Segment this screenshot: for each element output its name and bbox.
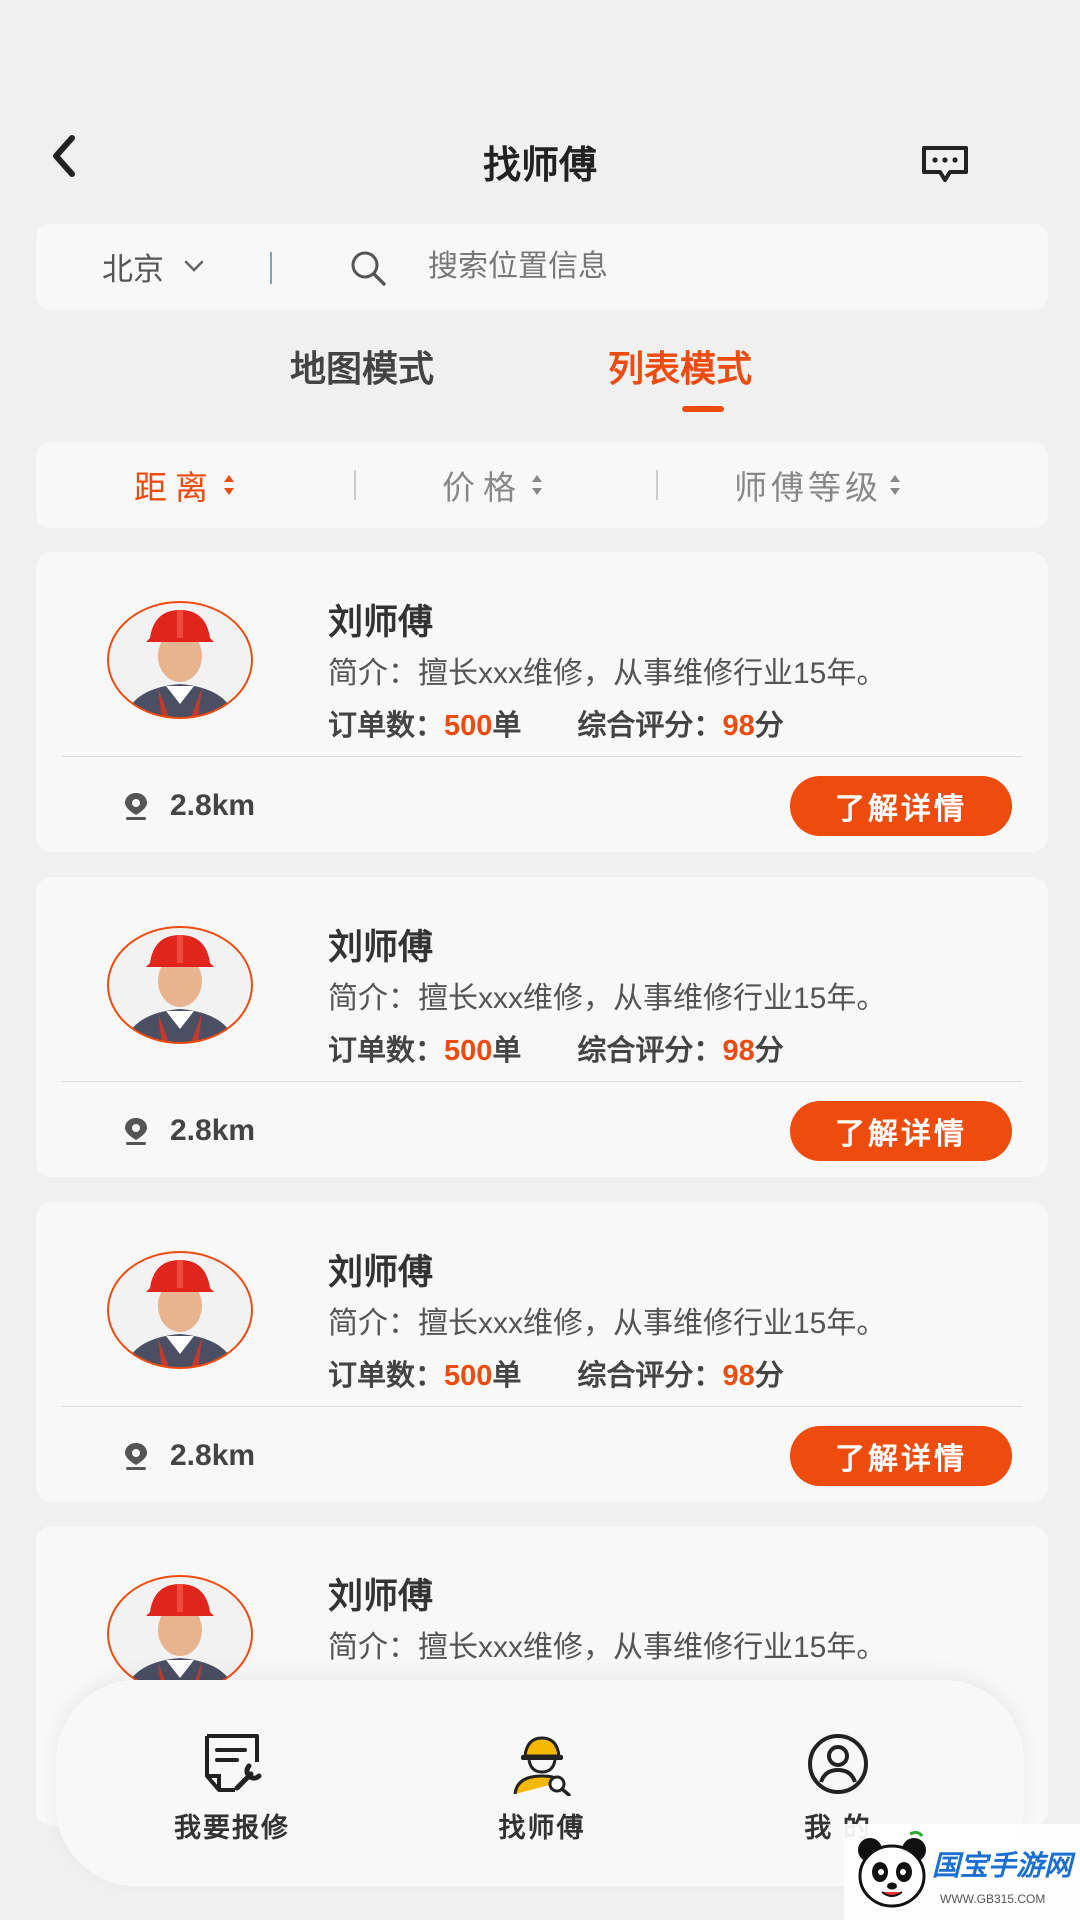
sort-price-label: 价格 [442, 469, 524, 506]
nav-item-repair[interactable]: 我要报修 [132, 1732, 332, 1845]
card-divider [62, 1081, 1022, 1082]
page-title: 找师傅 [482, 145, 597, 187]
worker-intro: 简介：擅长xxx维修，从事维修行业15年。 [328, 1631, 887, 1664]
orders-count: 500 [444, 710, 493, 742]
rating-label: 综合评分： [577, 1035, 723, 1067]
sort-distance[interactable]: 距离 [134, 464, 236, 506]
rating-label: 综合评分： [577, 1360, 723, 1392]
orders-label: 订单数： [328, 1035, 445, 1067]
worker-name: 刘师傅 [328, 928, 434, 967]
worker-intro: 简介：擅长xxx维修，从事维修行业15年。 [328, 1307, 887, 1340]
card-divider [62, 756, 1022, 757]
rating-unit: 分 [754, 1360, 784, 1392]
repair-form-icon [205, 1734, 262, 1792]
orders-unit: 单 [492, 1360, 522, 1392]
rating-score: 98 [722, 1035, 755, 1067]
worker-avatar [107, 926, 253, 1044]
city-label: 北京 [102, 251, 164, 287]
worker-intro: 简介：擅长xxx维修，从事维修行业15年。 [328, 657, 887, 690]
sort-bar: 距离 价格 师傅等级 [36, 442, 1048, 528]
active-tab-indicator [682, 406, 724, 412]
worker-stats: 订单数：500单 综合评分：98分 [328, 1352, 784, 1394]
worker-name: 刘师傅 [328, 1577, 434, 1616]
worker-card[interactable]: 刘师傅 简介：擅长xxx维修，从事维修行业15年。 订单数：500单 综合评分：9… [36, 1202, 1048, 1502]
nav-item-find-worker[interactable]: 找师傅 [442, 1732, 642, 1845]
header: 找师傅 [0, 120, 1080, 200]
worker-avatar [107, 601, 253, 719]
user-profile-icon [808, 1734, 868, 1794]
location-pin-icon [125, 1118, 147, 1145]
sort-level-label: 师傅等级 [734, 469, 882, 506]
sort-arrows-icon [224, 475, 234, 495]
mode-tabs: 地图模式 列表模式 [0, 340, 1080, 420]
worker-stats: 订单数：500单 综合评分：98分 [328, 702, 784, 744]
rating-score: 98 [722, 710, 755, 742]
chevron-down-icon [184, 260, 204, 272]
distance-value: 2.8km [170, 789, 256, 822]
rating-label: 综合评分： [577, 710, 723, 742]
sort-distance-label: 距离 [134, 469, 216, 506]
city-select[interactable]: 北京 [102, 246, 206, 287]
sort-arrows-icon [890, 475, 900, 495]
view-details-button[interactable]: 了解详情 [790, 1101, 1012, 1161]
orders-label: 订单数： [328, 710, 445, 742]
search-divider [270, 252, 272, 284]
worker-name: 刘师傅 [328, 1253, 434, 1292]
search-bar: 北京 [36, 224, 1048, 310]
rating-unit: 分 [754, 710, 784, 742]
orders-count: 500 [444, 1035, 493, 1067]
search-icon [351, 251, 386, 286]
sort-level[interactable]: 师傅等级 [734, 464, 902, 506]
distance-value: 2.8km [170, 1439, 256, 1472]
tab-map-mode[interactable]: 地图模式 [290, 340, 434, 392]
orders-unit: 单 [492, 710, 522, 742]
orders-label: 订单数： [328, 1360, 445, 1392]
worker-stats: 订单数：500单 综合评分：98分 [328, 1027, 784, 1069]
search-input[interactable] [428, 244, 988, 290]
tab-list-mode[interactable]: 列表模式 [608, 340, 752, 392]
site-watermark: 国宝手游网 WWW.GB315.COM [844, 1824, 1080, 1920]
sort-divider [354, 470, 356, 500]
view-details-button[interactable]: 了解详情 [790, 776, 1012, 836]
location-pin-icon [125, 1443, 147, 1470]
worker-name: 刘师傅 [328, 603, 434, 642]
distance: 2.8km [122, 1113, 255, 1149]
worker-card[interactable]: 刘师傅 简介：擅长xxx维修，从事维修行业15年。 订单数：500单 综合评分：9… [36, 877, 1048, 1177]
rating-unit: 分 [754, 1035, 784, 1067]
orders-count: 500 [444, 1360, 493, 1392]
watermark-url: WWW.GB315.COM [940, 1892, 1046, 1906]
worker-intro: 简介：擅长xxx维修，从事维修行业15年。 [328, 982, 887, 1015]
card-divider [62, 1406, 1022, 1407]
nav-label-find-worker: 找师傅 [498, 1813, 586, 1843]
rating-score: 98 [722, 1360, 755, 1392]
sort-price[interactable]: 价格 [442, 464, 544, 506]
chat-bubble-icon[interactable] [920, 144, 970, 184]
worker-avatar [107, 1575, 253, 1693]
nav-label-repair: 我要报修 [174, 1813, 290, 1843]
distance: 2.8km [122, 788, 255, 824]
distance-value: 2.8km [170, 1114, 256, 1147]
distance: 2.8km [122, 1438, 255, 1474]
location-pin-icon [125, 793, 147, 820]
panda-logo-icon [858, 1830, 926, 1908]
worker-card[interactable]: 刘师傅 简介：擅长xxx维修，从事维修行业15年。 订单数：500单 综合评分：9… [36, 552, 1048, 852]
worker-avatar [107, 1251, 253, 1369]
orders-unit: 单 [492, 1035, 522, 1067]
sort-arrows-icon [532, 475, 542, 495]
watermark-brand: 国宝手游网 [932, 1850, 1073, 1881]
sort-divider [656, 470, 658, 500]
worker-search-icon [513, 1736, 571, 1796]
view-details-button[interactable]: 了解详情 [790, 1426, 1012, 1486]
